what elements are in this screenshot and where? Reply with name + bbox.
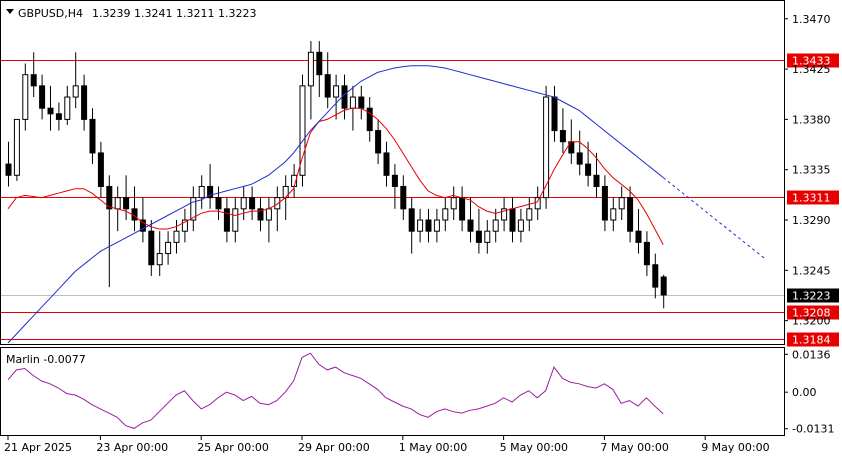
candle-bear bbox=[55, 113, 62, 120]
price-chart: GBPUSD,H4 1.3239 1.3241 1.3211 1.3223 Ma… bbox=[0, 0, 839, 454]
candle-bull bbox=[156, 253, 163, 266]
candle-bull bbox=[22, 74, 29, 120]
candle-bear bbox=[358, 96, 365, 109]
candle-bear bbox=[660, 276, 667, 296]
time-tick-label: 1 May 00:00 bbox=[399, 441, 467, 454]
level-price-text: 1.3184 bbox=[792, 334, 831, 347]
candle-bear bbox=[400, 185, 407, 210]
candle-bull bbox=[64, 96, 71, 120]
candle-bear bbox=[593, 174, 600, 187]
candle-bear bbox=[559, 130, 566, 143]
candle-bull bbox=[232, 208, 239, 232]
indicator-plot-frame bbox=[0, 347, 785, 436]
candle-bull bbox=[534, 197, 541, 210]
candle-bear bbox=[316, 51, 323, 76]
candle-bull bbox=[13, 118, 20, 176]
candle-bull bbox=[433, 219, 440, 232]
price-tick-label: 1.3335 bbox=[792, 164, 831, 177]
ohlc-label: 1.3239 1.3241 1.3211 1.3223 bbox=[92, 7, 256, 20]
candle-bull bbox=[333, 85, 340, 98]
time-tick-label: 5 May 00:00 bbox=[500, 441, 568, 454]
candle-bull bbox=[618, 197, 625, 210]
time-tick-label: 21 Apr 2025 bbox=[4, 441, 72, 454]
candle-bull bbox=[517, 219, 524, 232]
candle-bull bbox=[526, 208, 533, 221]
candle-bear bbox=[383, 152, 390, 176]
candle-bear bbox=[30, 74, 37, 87]
candle-bull bbox=[198, 185, 205, 199]
candle-bull bbox=[492, 219, 499, 232]
candle-bull bbox=[165, 241, 172, 255]
candle-bear bbox=[601, 185, 608, 221]
candle-bull bbox=[442, 208, 449, 221]
moving-average-red bbox=[7, 107, 664, 245]
price-tick-label: 1.3380 bbox=[792, 113, 831, 126]
candle-bear bbox=[223, 208, 230, 232]
price-tick-label: 1.3470 bbox=[792, 13, 831, 26]
candle-bear bbox=[324, 74, 331, 98]
price-tick-label: 1.3290 bbox=[792, 214, 831, 227]
candle-bear bbox=[585, 163, 592, 176]
candle-bear bbox=[39, 85, 46, 109]
candle-bull bbox=[240, 197, 247, 210]
time-tick-label: 29 Apr 00:00 bbox=[298, 441, 370, 454]
dropdown-triangle-icon[interactable] bbox=[6, 9, 14, 14]
candle-bull bbox=[114, 197, 121, 210]
symbol-label: GBPUSD,H4 bbox=[18, 7, 83, 20]
candle-bear bbox=[375, 130, 382, 154]
candle-bear bbox=[123, 197, 130, 210]
candle-bear bbox=[467, 219, 474, 232]
candle-bear bbox=[425, 219, 432, 232]
indicator-tick-label: 0.0136 bbox=[792, 348, 831, 361]
candle-bear bbox=[341, 85, 348, 109]
time-tick-label: 23 Apr 00:00 bbox=[96, 441, 168, 454]
candle-bull bbox=[265, 208, 272, 221]
candle-bull bbox=[274, 197, 281, 210]
candle-bear bbox=[97, 152, 104, 187]
candle-bear bbox=[148, 230, 155, 266]
candle-bull bbox=[610, 208, 617, 221]
candle-bull bbox=[450, 197, 457, 210]
candle-bear bbox=[576, 152, 583, 165]
indicator-tick-label: 0.00 bbox=[792, 386, 817, 399]
candle-bull bbox=[173, 230, 180, 243]
candle-bear bbox=[475, 230, 482, 243]
chart-window: GBPUSD,H4 1.3239 1.3241 1.3211 1.3223 Ma… bbox=[0, 0, 842, 459]
candle-bear bbox=[652, 264, 659, 288]
level-price-text: 1.3311 bbox=[792, 192, 831, 205]
candle-bull bbox=[307, 51, 314, 87]
candle-bear bbox=[551, 96, 558, 132]
moving-average-blue-projection bbox=[662, 177, 765, 259]
candle-bear bbox=[627, 197, 634, 232]
indicator-line bbox=[7, 352, 664, 429]
price-tick-label: 1.3425 bbox=[792, 63, 831, 76]
candle-bull bbox=[484, 230, 491, 243]
candle-bear bbox=[391, 174, 398, 187]
candle-bear bbox=[459, 197, 466, 221]
indicator-tick-label: -0.0131 bbox=[792, 423, 834, 436]
candle-bear bbox=[89, 118, 96, 154]
price-tick-label: 1.3200 bbox=[792, 315, 831, 328]
candle-bear bbox=[47, 107, 54, 115]
candle-bear bbox=[509, 208, 516, 232]
candle-bear bbox=[81, 85, 88, 120]
current-price-text: 1.3223 bbox=[792, 290, 831, 303]
candle-bear bbox=[408, 208, 415, 232]
candle-bull bbox=[72, 85, 79, 98]
time-tick-label: 7 May 00:00 bbox=[600, 441, 668, 454]
time-tick-label: 25 Apr 00:00 bbox=[197, 441, 269, 454]
candle-bull bbox=[349, 96, 356, 109]
candle-bear bbox=[215, 197, 222, 210]
main-plot-frame bbox=[0, 0, 785, 345]
indicator-label: Marlin -0.0077 bbox=[6, 353, 86, 366]
time-tick-label: 9 May 00:00 bbox=[701, 441, 769, 454]
candle-bear bbox=[5, 163, 12, 176]
price-tick-label: 1.3245 bbox=[792, 264, 831, 277]
candle-bear bbox=[249, 197, 256, 210]
candle-bear bbox=[635, 230, 642, 243]
candle-bull bbox=[417, 219, 424, 232]
candle-bear bbox=[643, 241, 650, 266]
